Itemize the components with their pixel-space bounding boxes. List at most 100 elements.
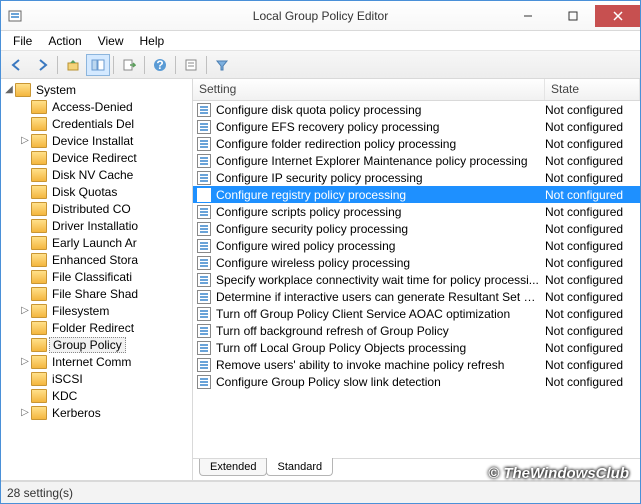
forward-button[interactable] <box>30 54 54 76</box>
row-state: Not configured <box>545 137 640 151</box>
row-state: Not configured <box>545 239 640 253</box>
row-setting: Determine if interactive users can gener… <box>216 290 545 304</box>
expand-icon[interactable]: ▷ <box>19 305 31 316</box>
folder-icon <box>31 202 47 216</box>
row-state: Not configured <box>545 188 640 202</box>
tree-node[interactable]: iSCSI <box>1 370 192 387</box>
tab-standard[interactable]: Standard <box>266 458 333 476</box>
list-row[interactable]: Configure disk quota policy processingNo… <box>193 101 640 118</box>
tree-label: Disk Quotas <box>49 185 120 199</box>
policy-icon <box>197 273 213 287</box>
folder-icon <box>31 389 47 403</box>
list-row[interactable]: Configure Group Policy slow link detecti… <box>193 373 640 390</box>
tree-node[interactable]: Disk NV Cache <box>1 166 192 183</box>
policy-icon <box>197 154 213 168</box>
tree-node[interactable]: Distributed CO <box>1 200 192 217</box>
menu-action[interactable]: Action <box>40 32 89 50</box>
collapse-icon[interactable]: ◢ <box>3 84 15 95</box>
status-text: 28 setting(s) <box>7 486 73 500</box>
tree-node[interactable]: Disk Quotas <box>1 183 192 200</box>
minimize-button[interactable] <box>505 5 550 27</box>
folder-icon <box>31 355 47 369</box>
list-row[interactable]: Configure security policy processingNot … <box>193 220 640 237</box>
expand-icon[interactable]: ▷ <box>19 407 31 418</box>
policy-icon <box>197 290 213 304</box>
tree-node[interactable]: Credentials Del <box>1 115 192 132</box>
tree-node-system[interactable]: ◢System <box>1 81 192 98</box>
policy-icon <box>197 358 213 372</box>
row-state: Not configured <box>545 324 640 338</box>
tree-node[interactable]: ▷Kerberos <box>1 404 192 421</box>
row-setting: Configure Internet Explorer Maintenance … <box>216 154 545 168</box>
tree-node[interactable]: File Share Shad <box>1 285 192 302</box>
row-setting: Turn off Group Policy Client Service AOA… <box>216 307 545 321</box>
tree-node[interactable]: Access-Denied <box>1 98 192 115</box>
maximize-button[interactable] <box>550 5 595 27</box>
tree-label: Distributed CO <box>49 202 134 216</box>
menu-help[interactable]: Help <box>132 32 173 50</box>
policy-icon <box>197 239 213 253</box>
toolbar-separator <box>206 56 207 74</box>
tree-node[interactable]: Enhanced Stora <box>1 251 192 268</box>
row-state: Not configured <box>545 375 640 389</box>
row-setting: Configure folder redirection policy proc… <box>216 137 545 151</box>
expand-icon[interactable]: ▷ <box>19 135 31 146</box>
row-setting: Configure disk quota policy processing <box>216 103 545 117</box>
up-button[interactable] <box>61 54 85 76</box>
close-button[interactable] <box>595 5 640 27</box>
row-setting: Turn off background refresh of Group Pol… <box>216 324 545 338</box>
list-row[interactable]: Remove users' ability to invoke machine … <box>193 356 640 373</box>
list-row[interactable]: Turn off Group Policy Client Service AOA… <box>193 305 640 322</box>
row-state: Not configured <box>545 307 640 321</box>
back-button[interactable] <box>5 54 29 76</box>
menu-file[interactable]: File <box>5 32 40 50</box>
list-row[interactable]: Configure registry policy processingNot … <box>193 186 640 203</box>
list-row[interactable]: Determine if interactive users can gener… <box>193 288 640 305</box>
tree-node[interactable]: KDC <box>1 387 192 404</box>
tree-label: File Share Shad <box>49 287 141 301</box>
row-setting: Configure security policy processing <box>216 222 545 236</box>
column-state[interactable]: State <box>545 79 640 100</box>
tree-label: Folder Redirect <box>49 321 137 335</box>
row-setting: Configure Group Policy slow link detecti… <box>216 375 545 389</box>
tree-label: Group Policy <box>49 337 126 353</box>
tree-node[interactable]: Group Policy <box>1 336 192 353</box>
filter-button[interactable] <box>210 54 234 76</box>
tab-extended[interactable]: Extended <box>199 459 267 476</box>
tree-node[interactable]: File Classificati <box>1 268 192 285</box>
tree-node[interactable]: Folder Redirect <box>1 319 192 336</box>
row-state: Not configured <box>545 222 640 236</box>
row-setting: Configure wired policy processing <box>216 239 545 253</box>
list-row[interactable]: Turn off Local Group Policy Objects proc… <box>193 339 640 356</box>
list-row[interactable]: Configure folder redirection policy proc… <box>193 135 640 152</box>
tree-node[interactable]: Driver Installatio <box>1 217 192 234</box>
list-row[interactable]: Configure EFS recovery policy processing… <box>193 118 640 135</box>
properties-button[interactable] <box>179 54 203 76</box>
tree-label: Enhanced Stora <box>49 253 141 267</box>
menu-view[interactable]: View <box>90 32 132 50</box>
tree-node[interactable]: ▷Filesystem <box>1 302 192 319</box>
help-button[interactable]: ? <box>148 54 172 76</box>
tree-scroll[interactable]: ◢SystemAccess-DeniedCredentials Del▷Devi… <box>1 79 192 480</box>
list-body[interactable]: Configure disk quota policy processing No… <box>193 101 640 458</box>
list-row[interactable]: Configure wireless policy processingNot … <box>193 254 640 271</box>
tree-label: Internet Comm <box>49 355 134 369</box>
list-row[interactable]: Specify workplace connectivity wait time… <box>193 271 640 288</box>
export-list-button[interactable] <box>117 54 141 76</box>
policy-icon <box>197 256 213 270</box>
folder-icon <box>31 270 47 284</box>
list-row[interactable]: Configure Internet Explorer Maintenance … <box>193 152 640 169</box>
show-hide-tree-button[interactable] <box>86 54 110 76</box>
policy-icon <box>197 103 213 117</box>
list-row[interactable]: Turn off background refresh of Group Pol… <box>193 322 640 339</box>
list-row[interactable]: Configure scripts policy processingNot c… <box>193 203 640 220</box>
tree-node[interactable]: Early Launch Ar <box>1 234 192 251</box>
tree-node[interactable]: ▷Device Installat <box>1 132 192 149</box>
folder-icon <box>31 151 47 165</box>
tree-node[interactable]: Device Redirect <box>1 149 192 166</box>
list-row[interactable]: Configure IP security policy processingN… <box>193 169 640 186</box>
tree-node[interactable]: ▷ Internet Comm <box>1 353 192 370</box>
expand-icon[interactable]: ▷ <box>19 356 31 367</box>
column-setting[interactable]: Setting <box>193 79 545 100</box>
list-row[interactable]: Configure wired policy processingNot con… <box>193 237 640 254</box>
